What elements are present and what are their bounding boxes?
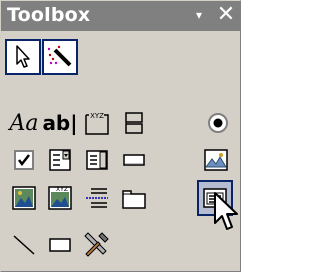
combo-box-icon bbox=[49, 149, 71, 171]
more-controls-icon bbox=[84, 232, 109, 257]
tool-text-box[interactable]: ab| bbox=[42, 105, 78, 141]
tab-control-icon bbox=[122, 190, 146, 209]
tool-command-button[interactable] bbox=[116, 142, 152, 178]
tool-control-wizards[interactable] bbox=[42, 39, 78, 75]
text-box-icon: ab| bbox=[42, 111, 78, 135]
tool-pointer[interactable] bbox=[5, 39, 41, 75]
tool-more-controls[interactable] bbox=[79, 227, 115, 263]
tool-list-box[interactable] bbox=[79, 142, 115, 178]
svg-text:XYZ: XYZ bbox=[56, 186, 68, 193]
tool-line[interactable] bbox=[6, 227, 42, 263]
tool-combo-box[interactable] bbox=[42, 142, 78, 178]
toolbox-window: Toolbox ▾ ✕ Aa ab| XYZ XYZ bbox=[0, 0, 241, 272]
window-title: Toolbox bbox=[7, 4, 91, 26]
tool-bound-object-frame[interactable]: XYZ bbox=[42, 180, 78, 216]
pointer-icon bbox=[16, 45, 30, 68]
tool-option-button[interactable] bbox=[200, 105, 236, 141]
image-icon bbox=[204, 149, 228, 171]
tool-label[interactable]: Aa bbox=[6, 105, 42, 141]
mouse-cursor-icon bbox=[214, 192, 238, 230]
line-icon bbox=[13, 235, 35, 255]
tool-rectangle[interactable] bbox=[42, 227, 78, 263]
option-group-icon: XYZ bbox=[85, 112, 109, 135]
tool-check-box[interactable] bbox=[6, 142, 42, 178]
tool-unbound-object-frame[interactable] bbox=[6, 180, 42, 216]
tool-image[interactable] bbox=[198, 142, 234, 178]
rectangle-icon bbox=[49, 238, 71, 252]
toolbar-options-button[interactable]: ▾ bbox=[192, 7, 206, 23]
command-button-icon bbox=[123, 154, 145, 166]
tool-page-break[interactable] bbox=[79, 180, 115, 216]
page-break-icon bbox=[86, 188, 108, 208]
tool-tab-control[interactable] bbox=[116, 180, 152, 216]
option-button-icon bbox=[208, 113, 228, 133]
check-box-icon bbox=[14, 150, 34, 170]
list-box-icon bbox=[86, 150, 108, 170]
svg-text:XYZ: XYZ bbox=[90, 112, 104, 120]
close-button[interactable]: ✕ bbox=[216, 3, 236, 27]
bound-object-frame-icon: XYZ bbox=[48, 186, 72, 210]
toggle-button-icon bbox=[125, 112, 143, 134]
tool-toggle-button[interactable] bbox=[116, 105, 152, 141]
title-bar[interactable]: Toolbox ▾ ✕ bbox=[1, 1, 240, 31]
unbound-object-frame-icon bbox=[12, 186, 36, 210]
magic-wand-icon bbox=[47, 45, 72, 67]
tool-option-group[interactable]: XYZ bbox=[79, 105, 115, 141]
label-icon: Aa bbox=[9, 110, 39, 136]
